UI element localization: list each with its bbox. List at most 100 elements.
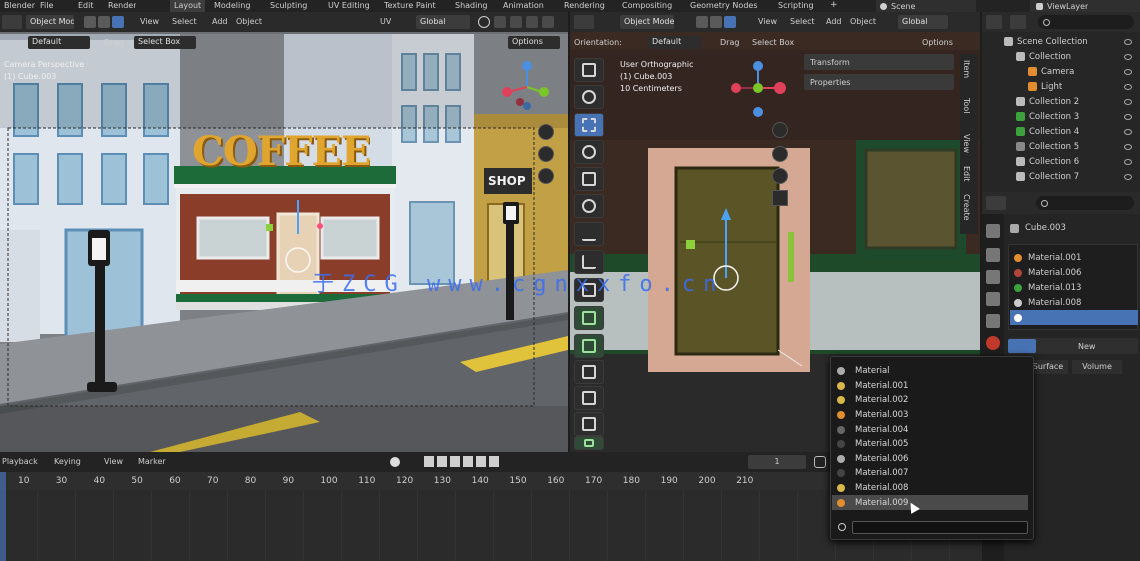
tool-select-box[interactable]: [574, 58, 604, 82]
orientation-dropdown[interactable]: Global: [416, 15, 470, 29]
transform-default-2[interactable]: Default: [648, 36, 702, 49]
visibility-eye-icon[interactable]: [1124, 158, 1132, 165]
material-option[interactable]: Material.005: [832, 437, 1028, 452]
tab-rendering[interactable]: Rendering: [564, 1, 605, 10]
menu-edit[interactable]: Edit: [78, 1, 94, 10]
timeline-menu-marker[interactable]: Marker: [138, 457, 166, 466]
outliner-row[interactable]: Camera: [996, 64, 1140, 79]
select-box-dropdown[interactable]: Select Box: [134, 36, 196, 49]
dropdown-search-input[interactable]: [852, 520, 1028, 534]
scene-selector[interactable]: Scene: [876, 0, 976, 12]
sidebar-panel-properties[interactable]: Properties: [804, 74, 954, 90]
drag-label-2[interactable]: Drag: [720, 38, 739, 47]
tab-animation[interactable]: Animation: [503, 1, 544, 10]
orientation-dropdown-2[interactable]: Global: [898, 15, 948, 29]
tab-geometry-nodes[interactable]: Geometry Nodes: [690, 1, 757, 10]
tab-compositing[interactable]: Compositing: [622, 1, 672, 10]
camera-view-icon[interactable]: [538, 168, 554, 184]
navigation-gizmo-2[interactable]: [726, 58, 790, 122]
visibility-eye-icon[interactable]: [1124, 68, 1132, 75]
timeline-menu-playback[interactable]: Playback: [2, 457, 38, 466]
tool-move[interactable]: [574, 113, 604, 137]
visibility-eye-icon[interactable]: [1124, 98, 1132, 105]
menu-view[interactable]: View: [140, 17, 159, 26]
snap-icons[interactable]: [478, 16, 554, 28]
tool-transform[interactable]: [574, 194, 604, 218]
tab-edit[interactable]: Edit: [962, 166, 971, 182]
surface-tab[interactable]: Surface: [1028, 360, 1068, 374]
output-tab-icon[interactable]: [986, 270, 1000, 284]
tab-shading[interactable]: Shading: [455, 1, 488, 10]
tool-cursor[interactable]: [574, 85, 604, 109]
material-slot[interactable]: Material.006: [1010, 265, 1138, 280]
next-key-icon[interactable]: [476, 456, 486, 467]
properties-search[interactable]: [1036, 196, 1134, 210]
shading-icon[interactable]: [542, 16, 554, 28]
material-option[interactable]: Material.008: [832, 481, 1028, 496]
play-icon[interactable]: [463, 456, 473, 467]
visibility-eye-icon[interactable]: [1124, 38, 1132, 45]
timeline-playhead[interactable]: [0, 472, 6, 561]
pan-icon-2[interactable]: [772, 146, 788, 162]
tab-item[interactable]: Item: [962, 60, 971, 78]
material-option[interactable]: Material: [832, 364, 1028, 379]
menu-select-2[interactable]: Select: [790, 17, 815, 26]
material-option[interactable]: Material.001: [832, 379, 1028, 394]
select-mode-icons[interactable]: [84, 16, 124, 28]
mode-selector-2[interactable]: Object Mode: [620, 15, 674, 29]
playback-controls[interactable]: [424, 456, 499, 467]
material-option[interactable]: Material.002: [832, 393, 1028, 408]
current-frame-field[interactable]: 1: [748, 455, 806, 469]
browse-material-button[interactable]: [1008, 339, 1036, 353]
menu-file[interactable]: File: [40, 1, 53, 10]
menu-view-2[interactable]: View: [758, 17, 777, 26]
tab-texture-paint[interactable]: Texture Paint: [384, 1, 436, 10]
visibility-eye-icon[interactable]: [1124, 113, 1132, 120]
material-slot[interactable]: [1010, 310, 1138, 325]
timeline-menu-keying[interactable]: Keying: [54, 457, 81, 466]
tool-tab-icon[interactable]: [986, 224, 1000, 238]
dropdown-search-field[interactable]: [834, 520, 1028, 534]
menu-blender[interactable]: Blender: [4, 1, 35, 10]
snap-icon[interactable]: [494, 16, 506, 28]
tab-tool[interactable]: Tool: [962, 98, 971, 114]
material-option[interactable]: Material.006: [832, 452, 1028, 467]
options-dropdown-2[interactable]: Options: [922, 38, 953, 47]
visibility-eye-icon[interactable]: [1124, 143, 1132, 150]
material-tab-icon[interactable]: [986, 336, 1000, 350]
outliner-row[interactable]: Collection 5: [996, 139, 1140, 154]
select-mode-icons-2[interactable]: [696, 16, 736, 28]
left-viewport[interactable]: COFFEE SHOP Object Mode View Select Add …: [0, 12, 568, 452]
sidebar-panel-transform[interactable]: Transform: [804, 54, 954, 70]
properties-editor-button[interactable]: [986, 196, 1006, 210]
tab-modeling[interactable]: Modeling: [214, 1, 250, 10]
zoom-icon-2[interactable]: [772, 122, 788, 138]
timeline-sync-icon[interactable]: [814, 456, 826, 468]
visibility-eye-icon[interactable]: [1124, 128, 1132, 135]
tab-layout[interactable]: Layout: [170, 0, 206, 12]
visibility-eye-icon[interactable]: [1124, 53, 1132, 60]
outliner-row[interactable]: Scene Collection: [996, 34, 1140, 49]
scene-tab-icon[interactable]: [986, 314, 1000, 328]
outliner-row[interactable]: Collection 2: [996, 94, 1140, 109]
tool-inset[interactable]: [574, 334, 604, 358]
material-option[interactable]: Material.003: [832, 408, 1028, 423]
zoom-icon[interactable]: [538, 124, 554, 140]
menu-object[interactable]: Object: [236, 17, 262, 26]
tool-poly-build[interactable]: [574, 436, 604, 450]
material-option[interactable]: Material.009: [832, 495, 1028, 510]
tool-extrude[interactable]: [574, 306, 604, 330]
navigation-gizmo[interactable]: [498, 58, 556, 116]
tab-create[interactable]: Create: [962, 194, 971, 221]
tool-annotate[interactable]: [574, 222, 604, 246]
view-layer-selector[interactable]: ViewLayer: [1030, 0, 1140, 12]
mode-selector[interactable]: Object Mode: [26, 15, 74, 29]
tool-scale[interactable]: [574, 167, 604, 191]
tool-rotate[interactable]: [574, 140, 604, 164]
outliner-row[interactable]: Collection 7: [996, 169, 1140, 184]
menu-uv[interactable]: UV: [380, 17, 391, 26]
editor-type-button[interactable]: [2, 15, 22, 29]
menu-render[interactable]: Render: [108, 1, 136, 10]
add-workspace-icon[interactable]: +: [830, 0, 838, 10]
options-dropdown[interactable]: Options: [508, 36, 560, 49]
